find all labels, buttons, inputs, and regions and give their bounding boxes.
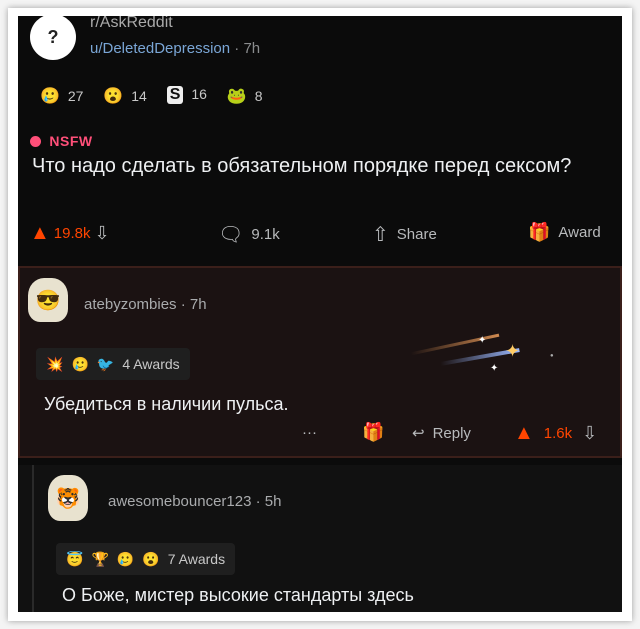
wholesome-award-icon: 😇	[66, 550, 84, 567]
awards-count: 7 Awards	[167, 551, 226, 567]
post-title[interactable]: Что надо сделать в обязательном порядке …	[32, 154, 602, 179]
shooting-stars-icon: ✦ ✦ ✦ ●	[380, 323, 580, 383]
separator: ·	[255, 493, 261, 510]
reply-button[interactable]: ↩ Reply	[412, 424, 471, 443]
zombie-avatar-icon: 😎	[35, 289, 61, 312]
post-author-name[interactable]: u/DeletedDepression	[90, 40, 230, 57]
award-count-3: 16	[191, 86, 207, 102]
nsfw-icon	[30, 136, 41, 147]
comment-text: О Боже, мистер высокие стандарты здесь	[62, 585, 414, 605]
vote-group: ▲ 19.8k ⇩	[30, 222, 110, 245]
commenter-avatar[interactable]: 😎	[28, 278, 68, 322]
comment-meta: atebyzombies · 7h	[84, 296, 207, 313]
award-label: Award	[558, 224, 601, 241]
award-item-4: 🐸 8	[227, 86, 263, 106]
award-icon-4: 🐸	[226, 88, 247, 105]
awards-count: 4 Awards	[122, 356, 180, 372]
downvote-icon[interactable]: ⇩	[95, 223, 110, 244]
comment-vote-group: ▲ 1.6k ⇩	[514, 422, 597, 445]
comments-count: 9.1k	[251, 226, 280, 243]
gift-icon[interactable]: 🎁	[362, 422, 384, 443]
comment-author[interactable]: awesomebouncer123	[108, 493, 251, 510]
post-awards[interactable]: 🥲 27 😮 14 S 16 🐸 8	[40, 86, 263, 106]
share-icon: ⇧	[372, 224, 389, 246]
nsfw-label: NSFW	[49, 133, 93, 149]
award-item-2: 😮 14	[103, 86, 146, 106]
comment-meta: awesomebouncer123 · 5h	[108, 493, 281, 510]
subreddit-name[interactable]: r/AskReddit	[90, 16, 173, 32]
more-options-icon[interactable]: ···	[302, 424, 317, 441]
award-icon-3: S	[166, 86, 184, 104]
separator: ·	[180, 296, 186, 313]
comment-bubble-icon: 🗨	[218, 224, 244, 246]
comment-author[interactable]: atebyzombies	[84, 296, 177, 313]
award-count-1: 27	[67, 88, 84, 104]
upvote-icon[interactable]: ▲	[30, 222, 50, 245]
award-item-1: 🥲 27	[40, 86, 83, 106]
thread-line	[32, 465, 34, 612]
downvote-icon[interactable]: ⇩	[582, 423, 597, 444]
nsfw-tag: NSFW	[30, 133, 93, 149]
trophy-award-icon: 🏆	[91, 550, 109, 567]
reply-label: Reply	[432, 424, 471, 442]
commenter-avatar[interactable]: 🐯	[48, 475, 88, 521]
bouncer-avatar-icon: 🐯	[55, 487, 81, 510]
comment-text: Убедиться в наличии пульса.	[44, 394, 289, 414]
separator: ·	[234, 40, 240, 57]
comment-actions: ··· 🎁 ↩ Reply ▲ 1.6k ⇩	[20, 422, 620, 450]
share-label: Share	[396, 226, 437, 243]
comment-awards[interactable]: 💥 🥲 🐦 4 Awards	[36, 348, 190, 380]
comment-age: 7h	[189, 296, 207, 313]
comment-2: 🐯 awesomebouncer123 · 5h 😇 🏆 🥲 😮 7 Award…	[18, 465, 622, 612]
award-icon-2: 😮	[103, 88, 124, 105]
post-author[interactable]: u/DeletedDepression · 7h	[90, 40, 260, 57]
hands-award-icon: 🥲	[71, 355, 89, 372]
reply-icon: ↩	[412, 425, 425, 442]
comments-button[interactable]: 🗨 9.1k	[218, 222, 280, 247]
subreddit-avatar[interactable]: ?	[30, 16, 76, 60]
gift-icon: 🎁	[528, 222, 551, 242]
hands-award-icon: 🥲	[116, 550, 135, 567]
explosion-award-icon: 💥	[46, 355, 64, 372]
award-icon-1: 🥲	[40, 88, 60, 105]
pigeon-award-icon: 🐦	[96, 355, 115, 372]
upvote-icon[interactable]: ▲	[514, 422, 534, 445]
post-age: 7h	[243, 40, 261, 57]
share-button[interactable]: ⇧ Share	[372, 222, 437, 247]
app-screen: ? r/AskReddit u/DeletedDepression · 7h 🥲…	[18, 16, 622, 612]
comment-awards[interactable]: 😇 🏆 🥲 😮 7 Awards	[56, 543, 236, 575]
award-count-4: 8	[254, 88, 263, 104]
award-button[interactable]: 🎁 Award	[528, 222, 601, 243]
upvote-count: 19.8k	[53, 225, 91, 242]
comment-score: 1.6k	[543, 425, 573, 442]
post-actions: ▲ 19.8k ⇩ 🗨 9.1k ⇧ Share 🎁 Award	[30, 222, 620, 250]
award-item-3: S 16	[166, 86, 207, 106]
comment-age: 5h	[264, 493, 282, 510]
face-award-icon: 😮	[142, 550, 160, 567]
award-count-2: 14	[131, 88, 147, 104]
comment-1: 😎 atebyzombies · 7h 💥 🥲 🐦 4 Awards ✦ ✦ ✦…	[18, 266, 622, 458]
